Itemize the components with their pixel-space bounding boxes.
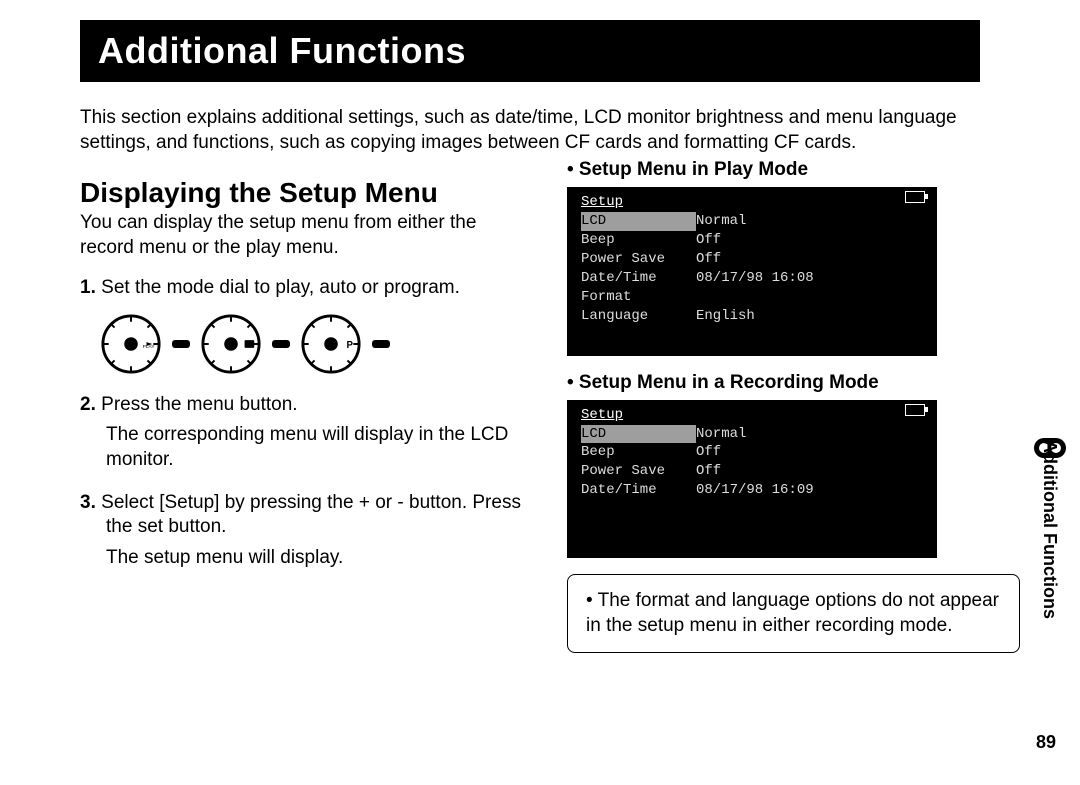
step-num: 1. xyxy=(80,277,96,298)
separator-dash xyxy=(272,340,290,348)
battery-icon xyxy=(905,191,925,203)
play-mode-heading: • Setup Menu in Play Mode xyxy=(567,159,1020,181)
svg-text:PLAY: PLAY xyxy=(143,344,156,350)
mode-dial-program-icon: P xyxy=(300,313,362,375)
lcd-title: Setup xyxy=(581,406,923,425)
step-num: 3. xyxy=(80,492,96,513)
battery-icon xyxy=(905,404,925,416)
note-box: • The format and language options do not… xyxy=(567,574,1020,653)
mode-dial-row: PLAY xyxy=(100,313,533,375)
lcd-row: LanguageEnglish xyxy=(581,307,923,326)
lcd-row: Power SaveOff xyxy=(581,462,923,481)
lcd-title: Setup xyxy=(581,193,923,212)
chapter-banner: Additional Functions xyxy=(80,20,980,82)
lcd-row: BeepOff xyxy=(581,231,923,250)
rec-mode-heading: • Setup Menu in a Recording Mode xyxy=(567,372,1020,394)
lcd-row: Power SaveOff xyxy=(581,250,923,269)
lcd-row: Format xyxy=(581,288,923,307)
steps-list: 1. Set the mode dial to play, auto or pr… xyxy=(80,276,533,571)
page-number: 89 xyxy=(1036,732,1056,753)
step-2: 2. Press the menu button. xyxy=(80,393,533,418)
separator-dash xyxy=(172,340,190,348)
step-text: Press the menu button. xyxy=(101,394,297,415)
left-column: Displaying the Setup Menu You can displa… xyxy=(80,155,533,653)
intro-paragraph: This section explains additional setting… xyxy=(80,106,1020,155)
step-2-sub: The corresponding menu will display in t… xyxy=(106,423,533,472)
lcd-row: LCDNormal xyxy=(581,212,923,231)
step-text: Select [Setup] by pressing the + or - bu… xyxy=(101,492,521,538)
step-text: Set the mode dial to play, auto or progr… xyxy=(101,277,460,298)
lcd-row: LCDNormal xyxy=(581,425,923,444)
lcd-row: BeepOff xyxy=(581,443,923,462)
mode-dial-play-icon: PLAY xyxy=(100,313,162,375)
step-3: 3. Select [Setup] by pressing the + or -… xyxy=(80,491,533,540)
right-column: • Setup Menu in Play Mode Setup LCDNorma… xyxy=(567,155,1020,653)
lcd-setup-play: Setup LCDNormal BeepOff Power SaveOff Da… xyxy=(567,187,937,355)
section-heading: Displaying the Setup Menu xyxy=(80,177,533,209)
lcd-row: Date/Time08/17/98 16:08 xyxy=(581,269,923,288)
step-num: 2. xyxy=(80,394,96,415)
step-3-sub: The setup menu will display. xyxy=(106,546,533,571)
section-lead: You can display the setup menu from eith… xyxy=(80,211,533,260)
separator-dash xyxy=(372,340,390,348)
svg-text:P: P xyxy=(347,340,354,351)
side-tab-label: Additional Functions xyxy=(1039,440,1060,619)
lcd-setup-rec: Setup LCDNormal BeepOff Power SaveOff Da… xyxy=(567,400,937,558)
step-1: 1. Set the mode dial to play, auto or pr… xyxy=(80,276,533,301)
lcd-row: Date/Time08/17/98 16:09 xyxy=(581,481,923,500)
mode-dial-auto-icon xyxy=(200,313,262,375)
